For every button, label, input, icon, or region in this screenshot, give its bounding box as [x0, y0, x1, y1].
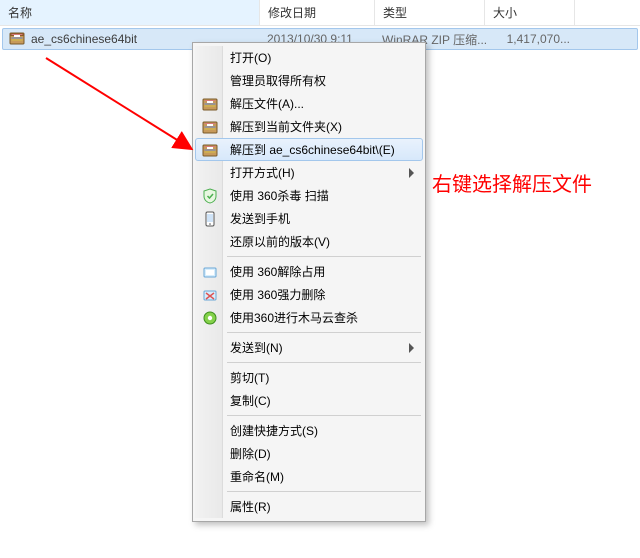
- tool-360-icon: [202, 264, 218, 280]
- menu-separator: [227, 415, 421, 416]
- column-header: 名称 修改日期 类型 大小: [0, 0, 640, 26]
- menu-separator: [227, 332, 421, 333]
- phone-icon: [202, 211, 218, 227]
- menu-extract-files-label: 解压文件(A)...: [230, 95, 304, 112]
- menu-create-shortcut[interactable]: 创建快捷方式(S): [195, 419, 423, 442]
- menu-properties-label: 属性(R): [230, 498, 271, 515]
- menu-cut[interactable]: 剪切(T): [195, 366, 423, 389]
- menu-send-to-phone-label: 发送到手机: [230, 210, 290, 227]
- menu-take-ownership-label: 管理员取得所有权: [230, 72, 326, 89]
- annotation-text: 右键选择解压文件: [432, 168, 592, 197]
- archive-icon: [202, 119, 218, 135]
- col-header-type[interactable]: 类型: [375, 0, 485, 25]
- menu-separator: [227, 491, 421, 492]
- context-menu: 打开(O) 管理员取得所有权 解压文件(A)... 解压到当前文件夹(X) 解压…: [192, 42, 426, 522]
- menu-360-force-delete[interactable]: 使用 360强力删除: [195, 283, 423, 306]
- menu-extract-to-folder-label: 解压到 ae_cs6chinese64bit\(E): [230, 141, 395, 158]
- menu-properties[interactable]: 属性(R): [195, 495, 423, 518]
- col-header-date[interactable]: 修改日期: [260, 0, 375, 25]
- menu-copy-label: 复制(C): [230, 392, 271, 409]
- cloud-scan-icon: [202, 310, 218, 326]
- menu-separator: [227, 256, 421, 257]
- menu-copy[interactable]: 复制(C): [195, 389, 423, 412]
- menu-extract-to-folder[interactable]: 解压到 ae_cs6chinese64bit\(E): [195, 138, 423, 161]
- menu-open-with[interactable]: 打开方式(H): [195, 161, 423, 184]
- menu-extract-here-label: 解压到当前文件夹(X): [230, 118, 342, 135]
- file-name-text: ae_cs6chinese64bit: [31, 32, 137, 46]
- menu-360-trojan-scan[interactable]: 使用360进行木马云查杀: [195, 306, 423, 329]
- menu-take-ownership[interactable]: 管理员取得所有权: [195, 69, 423, 92]
- tool-360-icon: [202, 287, 218, 303]
- menu-360-trojan-scan-label: 使用360进行木马云查杀: [230, 309, 358, 326]
- menu-separator: [227, 362, 421, 363]
- menu-open[interactable]: 打开(O): [195, 46, 423, 69]
- menu-send-to-phone[interactable]: 发送到手机: [195, 207, 423, 230]
- col-header-size[interactable]: 大小: [485, 0, 575, 25]
- menu-cut-label: 剪切(T): [230, 369, 269, 386]
- menu-rename[interactable]: 重命名(M): [195, 465, 423, 488]
- archive-icon: [202, 142, 218, 158]
- menu-open-with-label: 打开方式(H): [230, 164, 295, 181]
- col-header-name[interactable]: 名称: [0, 0, 260, 25]
- menu-previous-versions[interactable]: 还原以前的版本(V): [195, 230, 423, 253]
- file-size-cell: 1,417,070...: [486, 32, 576, 46]
- shield-icon: [202, 188, 218, 204]
- menu-360-force-delete-label: 使用 360强力删除: [230, 286, 325, 303]
- archive-icon: [202, 96, 218, 112]
- menu-extract-files[interactable]: 解压文件(A)...: [195, 92, 423, 115]
- menu-delete-label: 删除(D): [230, 445, 271, 462]
- menu-extract-here[interactable]: 解压到当前文件夹(X): [195, 115, 423, 138]
- menu-360-scan[interactable]: 使用 360杀毒 扫描: [195, 184, 423, 207]
- menu-send-to[interactable]: 发送到(N): [195, 336, 423, 359]
- menu-rename-label: 重命名(M): [230, 468, 284, 485]
- menu-360-scan-label: 使用 360杀毒 扫描: [230, 187, 329, 204]
- menu-delete[interactable]: 删除(D): [195, 442, 423, 465]
- menu-previous-versions-label: 还原以前的版本(V): [230, 233, 330, 250]
- menu-360-unlock[interactable]: 使用 360解除占用: [195, 260, 423, 283]
- menu-send-to-label: 发送到(N): [230, 339, 283, 356]
- menu-open-label: 打开(O): [230, 49, 271, 66]
- archive-icon: [9, 30, 25, 49]
- menu-360-unlock-label: 使用 360解除占用: [230, 263, 325, 280]
- menu-create-shortcut-label: 创建快捷方式(S): [230, 422, 318, 439]
